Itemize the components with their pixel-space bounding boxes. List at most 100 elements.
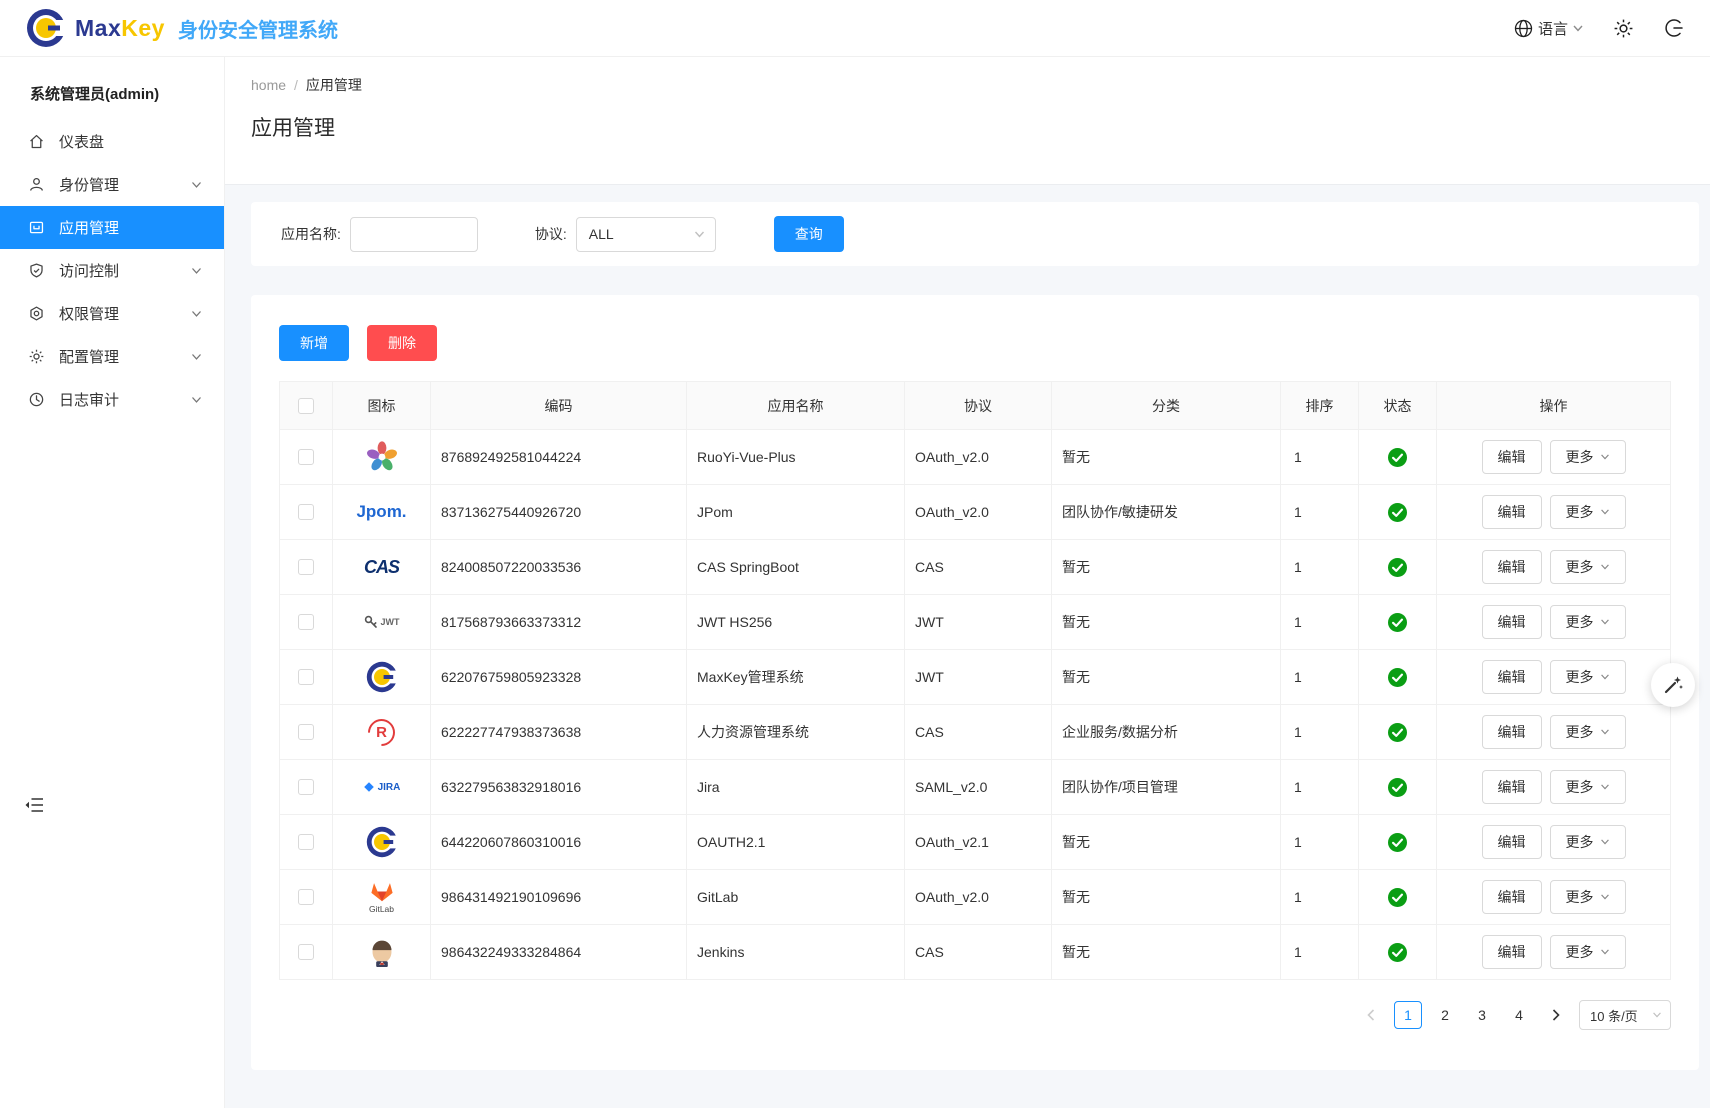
gear-icon [28, 348, 46, 366]
user-icon [28, 176, 46, 194]
app-sort: 1 [1281, 705, 1359, 760]
sidebar-item-permission[interactable]: 权限管理 [0, 292, 224, 335]
language-selector[interactable]: 语言 [1514, 18, 1583, 39]
more-button[interactable]: 更多 [1550, 605, 1626, 639]
sidebar-item-audit[interactable]: 日志审计 [0, 378, 224, 421]
app-code: 622076759805923328 [431, 650, 687, 705]
page-size-select[interactable]: 10 条/页 [1579, 1000, 1671, 1030]
app-name: MaxKey管理系统 [687, 650, 905, 705]
app-category: 暂无 [1052, 540, 1281, 595]
app-protocol: CAS [905, 705, 1052, 760]
more-label: 更多 [1566, 557, 1594, 577]
column-header-protocol: 协议 [905, 382, 1052, 430]
delete-button[interactable]: 删除 [367, 325, 437, 361]
more-button[interactable]: 更多 [1550, 495, 1626, 529]
row-checkbox[interactable] [298, 614, 314, 630]
table-row: JWT 817568793663373312 JWT HS256 JWT 暂无 … [280, 595, 1670, 650]
table-header-row: 图标 编码 应用名称 协议 分类 排序 状态 操作 [280, 382, 1670, 430]
more-button[interactable]: 更多 [1550, 660, 1626, 694]
top-header: MaxKey 身份安全管理系统 语言 [0, 0, 1710, 57]
app-name-input[interactable] [350, 217, 478, 252]
chevron-down-icon [191, 310, 202, 317]
select-all-checkbox[interactable] [298, 398, 314, 414]
language-label: 语言 [1538, 18, 1568, 39]
maxkey-logo-icon [26, 8, 66, 48]
app-category: 暂无 [1052, 815, 1281, 870]
sidebar-item-configuration[interactable]: 配置管理 [0, 335, 224, 378]
edit-button[interactable]: 编辑 [1482, 605, 1542, 639]
app-sort: 1 [1281, 430, 1359, 485]
sidebar-item-identity[interactable]: 身份管理 [0, 163, 224, 206]
row-checkbox[interactable] [298, 779, 314, 795]
column-header-code: 编码 [431, 382, 687, 430]
protocol-select[interactable]: ALL [576, 217, 716, 252]
settings-button[interactable] [1613, 18, 1634, 39]
app-category: 团队协作/敏捷研发 [1052, 485, 1281, 540]
edit-button[interactable]: 编辑 [1482, 440, 1542, 474]
page-number-4[interactable]: 4 [1505, 1001, 1533, 1029]
more-button[interactable]: 更多 [1550, 825, 1626, 859]
app-sort: 1 [1281, 540, 1359, 595]
sidebar-item-dashboard[interactable]: 仪表盘 [0, 120, 224, 163]
header-actions: 语言 [1514, 18, 1710, 39]
app-protocol: OAuth_v2.1 [905, 815, 1052, 870]
content-area: 应用名称: 协议: ALL 查询 新增 删除 [225, 185, 1710, 1108]
sidebar-item-app-management[interactable]: 应用管理 [0, 206, 224, 249]
brand: MaxKey 身份安全管理系统 [0, 8, 338, 48]
row-checkbox[interactable] [298, 669, 314, 685]
sidebar-nav: 仪表盘 身份管理 应用管理 访 [0, 120, 224, 421]
more-button[interactable]: 更多 [1550, 880, 1626, 914]
edit-button[interactable]: 编辑 [1482, 935, 1542, 969]
edit-button[interactable]: 编辑 [1482, 825, 1542, 859]
edit-button[interactable]: 编辑 [1482, 880, 1542, 914]
app-name: GitLab [687, 870, 905, 925]
pagination: 1 2 3 4 10 条/页 [279, 1000, 1671, 1030]
table-row: 986432249333284864 Jenkins CAS 暂无 1 编辑 更… [280, 925, 1670, 980]
logout-button[interactable] [1664, 18, 1684, 38]
app-sort: 1 [1281, 760, 1359, 815]
more-button[interactable]: 更多 [1550, 935, 1626, 969]
edit-button[interactable]: 编辑 [1482, 715, 1542, 749]
row-checkbox[interactable] [298, 944, 314, 960]
chevron-down-icon [1600, 454, 1610, 460]
more-button[interactable]: 更多 [1550, 715, 1626, 749]
breadcrumb-home-link[interactable]: home [251, 77, 286, 93]
app-code: 632279563832918016 [431, 760, 687, 815]
edit-button[interactable]: 编辑 [1482, 550, 1542, 584]
app-window-icon [28, 219, 46, 237]
app-category: 企业服务/数据分析 [1052, 705, 1281, 760]
more-label: 更多 [1566, 942, 1594, 962]
sidebar-item-access-control[interactable]: 访问控制 [0, 249, 224, 292]
more-button[interactable]: 更多 [1550, 550, 1626, 584]
prev-page-button[interactable] [1357, 1001, 1385, 1029]
add-button[interactable]: 新增 [279, 325, 349, 361]
page-number-2[interactable]: 2 [1431, 1001, 1459, 1029]
more-button[interactable]: 更多 [1550, 440, 1626, 474]
page-number-3[interactable]: 3 [1468, 1001, 1496, 1029]
page-number-1[interactable]: 1 [1394, 1001, 1422, 1029]
app-protocol: JWT [905, 595, 1052, 650]
edit-button[interactable]: 编辑 [1482, 770, 1542, 804]
magic-wand-icon [1662, 674, 1684, 696]
row-checkbox[interactable] [298, 724, 314, 740]
app-category: 暂无 [1052, 430, 1281, 485]
edit-button[interactable]: 编辑 [1482, 660, 1542, 694]
globe-icon [1514, 19, 1533, 38]
app-sort: 1 [1281, 870, 1359, 925]
row-checkbox[interactable] [298, 449, 314, 465]
row-checkbox[interactable] [298, 559, 314, 575]
row-checkbox[interactable] [298, 889, 314, 905]
row-checkbox[interactable] [298, 834, 314, 850]
app-name-filter-label: 应用名称: [281, 224, 341, 244]
edit-button[interactable]: 编辑 [1482, 495, 1542, 529]
next-page-button[interactable] [1542, 1001, 1570, 1029]
app-protocol: CAS [905, 925, 1052, 980]
search-button[interactable]: 查询 [774, 216, 844, 252]
menu-fold-icon[interactable] [24, 795, 48, 815]
table-row: R 622227747938373638 人力资源管理系统 CAS 企业服务/数… [280, 705, 1670, 760]
more-button[interactable]: 更多 [1550, 770, 1626, 804]
chevron-down-icon [1600, 894, 1610, 900]
theme-switcher-button[interactable] [1651, 663, 1695, 707]
row-checkbox[interactable] [298, 504, 314, 520]
page-head: home / 应用管理 应用管理 [225, 57, 1710, 185]
